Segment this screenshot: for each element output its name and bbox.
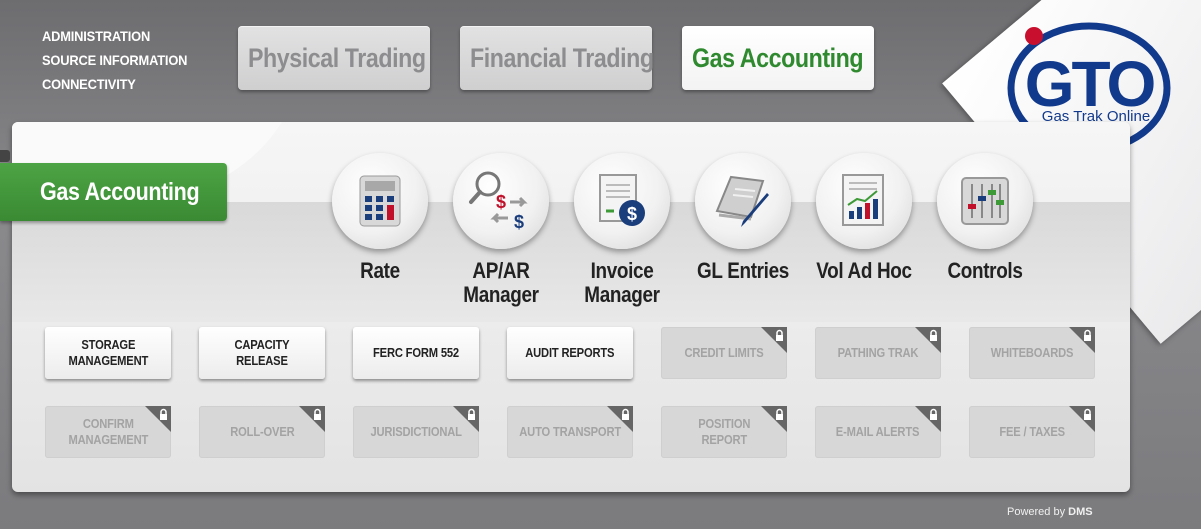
- ledger-pen-icon: [715, 175, 769, 227]
- module-vol-ad-hoc[interactable]: Vol Ad Hoc: [804, 153, 924, 283]
- tab-physical-trading[interactable]: Physical Trading: [238, 26, 430, 90]
- credit-limits-button: CREDIT LIMITS: [661, 327, 787, 379]
- button-label: FERC FORM 552: [372, 345, 459, 360]
- lock-icon: [1069, 406, 1095, 432]
- nav-connectivity[interactable]: CONNECTIVITY: [42, 72, 187, 96]
- lock-icon: [453, 406, 479, 432]
- top-nav: ADMINISTRATION SOURCE INFORMATION CONNEC…: [42, 24, 200, 96]
- button-label: POSITION REPORT: [697, 416, 751, 447]
- module-circle: $ $: [453, 153, 549, 249]
- module-controls[interactable]: Controls: [925, 153, 1045, 283]
- button-label: CAPACITY RELEASE: [234, 337, 290, 368]
- tab-label: Financial Trading: [470, 42, 654, 73]
- button-label: E-MAIL ALERTS: [836, 424, 920, 439]
- lock-icon: [1069, 327, 1095, 353]
- module-gl-entries[interactable]: GL Entries: [683, 153, 803, 283]
- module-circle: [937, 153, 1033, 249]
- logo-red-dot: [1025, 27, 1043, 45]
- button-label: STORAGE MANAGEMENT: [68, 337, 148, 368]
- section-tick: [0, 150, 10, 162]
- svg-text:$: $: [496, 192, 506, 212]
- lock-icon: [761, 406, 787, 432]
- module-rate[interactable]: Rate: [320, 153, 440, 283]
- report-chart-icon: [842, 174, 884, 226]
- module-circle: [695, 153, 791, 249]
- nav-administration[interactable]: ADMINISTRATION: [42, 24, 187, 48]
- module-invoice-manager[interactable]: $ Invoice Manager: [562, 153, 682, 307]
- position-report-button: POSITION REPORT: [661, 406, 787, 458]
- module-circle: [332, 153, 428, 249]
- tab-label: Gas Accounting: [692, 42, 864, 73]
- lock-icon: [145, 406, 171, 432]
- whiteboards-button: WHITEBOARDS: [969, 327, 1095, 379]
- module-label: GL Entries: [697, 258, 789, 283]
- sliders-icon: [961, 177, 1009, 225]
- gto-app: GTO Gas Trak Online ADMINISTRATION SOURC…: [0, 0, 1201, 529]
- button-label: WHITEBOARDS: [990, 345, 1074, 360]
- pathing-trak-button: PATHING TRAK: [815, 327, 941, 379]
- button-label: PATHING TRAK: [837, 345, 919, 360]
- lock-icon: [761, 327, 787, 353]
- e-mail-alerts-button: E-MAIL ALERTS: [815, 406, 941, 458]
- powered-by: Powered by DMS: [1007, 506, 1093, 518]
- jurisdictional-button: JURISDICTIONAL: [353, 406, 479, 458]
- svg-text:$: $: [514, 212, 524, 232]
- tab-gas-accounting[interactable]: Gas Accounting: [682, 26, 874, 90]
- module-label: Vol Ad Hoc: [816, 258, 912, 283]
- button-label: CREDIT LIMITS: [684, 345, 764, 360]
- lock-icon: [915, 327, 941, 353]
- module-circle: $: [574, 153, 670, 249]
- lock-icon: [915, 406, 941, 432]
- invoice-icon: $: [599, 174, 645, 226]
- section-title: Gas Accounting: [0, 163, 227, 221]
- tab-financial-trading[interactable]: Financial Trading: [460, 26, 654, 90]
- confirm-management-button: CONFIRM MANAGEMENT: [45, 406, 171, 458]
- module-label: Rate: [360, 258, 400, 283]
- storage-management-button[interactable]: STORAGE MANAGEMENT: [45, 327, 171, 379]
- powered-by-brand: DMS: [1068, 506, 1093, 518]
- nav-source-information[interactable]: SOURCE INFORMATION: [42, 48, 187, 72]
- roll-over-button: ROLL-OVER: [199, 406, 325, 458]
- audit-reports-button[interactable]: AUDIT REPORTS: [507, 327, 633, 379]
- module-label: AP/AR Manager: [463, 258, 539, 307]
- button-label: JURISDICTIONAL: [370, 424, 462, 439]
- module-ap-ar-manager[interactable]: $ $ AP/AR Manager: [441, 153, 561, 307]
- lock-icon: [299, 406, 325, 432]
- button-label: FEE / TAXES: [999, 424, 1065, 439]
- auto-transport-button: AUTO TRANSPORT: [507, 406, 633, 458]
- svg-text:$: $: [627, 204, 637, 224]
- button-label: AUDIT REPORTS: [525, 345, 615, 360]
- capacity-release-button[interactable]: CAPACITY RELEASE: [199, 327, 325, 379]
- tab-label: Physical Trading: [248, 42, 426, 73]
- fee-taxes-button: FEE / TAXES: [969, 406, 1095, 458]
- button-label: ROLL-OVER: [229, 424, 295, 439]
- button-label: CONFIRM MANAGEMENT: [68, 416, 148, 447]
- ferc-form-552-button[interactable]: FERC FORM 552: [353, 327, 479, 379]
- lock-icon: [607, 406, 633, 432]
- ap-ar-exchange-icon: $ $: [469, 171, 528, 232]
- section-title-text: Gas Accounting: [40, 177, 200, 206]
- module-label: Invoice Manager: [584, 258, 660, 307]
- calculator-icon: [359, 175, 401, 227]
- module-label: Controls: [947, 258, 1023, 283]
- powered-by-prefix: Powered by: [1007, 506, 1066, 518]
- button-label: AUTO TRANSPORT: [519, 424, 621, 439]
- module-circle: [816, 153, 912, 249]
